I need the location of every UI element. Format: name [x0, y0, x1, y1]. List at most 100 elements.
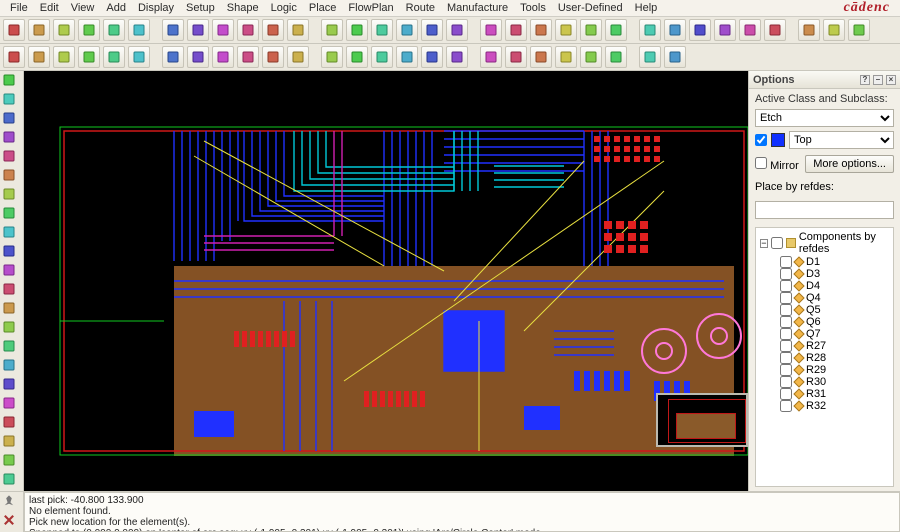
net-icon[interactable] — [3, 46, 25, 68]
move-tool-icon[interactable] — [2, 92, 22, 109]
cut-tool-icon[interactable] — [2, 415, 22, 432]
palette-icon[interactable] — [689, 19, 711, 41]
menu-display[interactable]: Display — [132, 1, 180, 15]
component-checkbox[interactable] — [780, 352, 792, 364]
components-tree[interactable]: − Components by refdes D1 D3 D4 Q4 Q5 Q6… — [755, 227, 894, 487]
menu-manufacture[interactable]: Manufacture — [441, 1, 514, 15]
component-D3[interactable]: D3 — [758, 268, 891, 280]
mirror-icon[interactable] — [530, 46, 552, 68]
redo-icon[interactable] — [237, 19, 259, 41]
component-checkbox[interactable] — [780, 280, 792, 292]
trash-icon[interactable] — [187, 19, 209, 41]
zoom-tool-icon[interactable] — [2, 453, 22, 470]
zoom-in-icon[interactable] — [346, 19, 368, 41]
component-checkbox[interactable] — [780, 364, 792, 376]
component-checkbox[interactable] — [780, 304, 792, 316]
align-tool-icon[interactable] — [2, 358, 22, 375]
layers-tool-icon[interactable] — [2, 472, 22, 489]
tree-root-checkbox[interactable] — [771, 237, 783, 249]
void-icon[interactable] — [212, 46, 234, 68]
component-R32[interactable]: R32 — [758, 400, 891, 412]
bucket-tool-icon[interactable] — [2, 301, 22, 318]
menu-flowplan[interactable]: FlowPlan — [342, 1, 399, 15]
undo-icon[interactable] — [212, 19, 234, 41]
dark-mode-icon[interactable] — [714, 19, 736, 41]
dimension-icon[interactable] — [371, 46, 393, 68]
arrow-tool-icon[interactable] — [2, 73, 22, 90]
component-D1[interactable]: D1 — [758, 256, 891, 268]
component-Q7[interactable]: Q7 — [758, 328, 891, 340]
pattern-icon[interactable] — [237, 46, 259, 68]
component-checkbox[interactable] — [780, 292, 792, 304]
polygon-tool-icon[interactable] — [2, 149, 22, 166]
rotate-tool-icon[interactable] — [2, 377, 22, 394]
trace-icon[interactable] — [53, 46, 75, 68]
component-checkbox[interactable] — [780, 256, 792, 268]
text-icon[interactable] — [346, 46, 368, 68]
pad-icon[interactable] — [78, 46, 100, 68]
target-icon[interactable] — [480, 19, 502, 41]
component-D4[interactable]: D4 — [758, 280, 891, 292]
chain-icon[interactable] — [605, 46, 627, 68]
pad-tool-icon[interactable] — [2, 206, 22, 223]
snap-tool-icon[interactable] — [2, 339, 22, 356]
trace-tool-icon[interactable] — [2, 244, 22, 261]
tree-root[interactable]: − Components by refdes — [758, 230, 891, 256]
symbol-icon[interactable] — [421, 46, 443, 68]
prefs-icon[interactable] — [848, 19, 870, 41]
sun-icon[interactable] — [739, 19, 761, 41]
via-icon[interactable] — [28, 46, 50, 68]
fit-icon[interactable] — [396, 19, 418, 41]
link-icon[interactable] — [664, 46, 686, 68]
mirror-option[interactable]: Mirror — [755, 157, 799, 172]
component-checkbox[interactable] — [780, 388, 792, 400]
scissors-icon[interactable] — [639, 46, 661, 68]
layer-color-swatch[interactable] — [771, 133, 785, 147]
align-icon[interactable] — [555, 46, 577, 68]
menu-setup[interactable]: Setup — [180, 1, 221, 15]
component-icon[interactable] — [396, 46, 418, 68]
minus-icon[interactable]: − — [760, 239, 768, 248]
subclass-select[interactable]: Top — [789, 131, 894, 149]
menu-file[interactable]: File — [4, 1, 34, 15]
menu-shape[interactable]: Shape — [221, 1, 265, 15]
component-R31[interactable]: R31 — [758, 388, 891, 400]
cut-icon[interactable] — [162, 19, 184, 41]
mirror-checkbox[interactable] — [755, 157, 767, 169]
cmd-clear-icon[interactable] — [2, 513, 21, 530]
panel-close-icon[interactable]: × — [886, 75, 896, 85]
measure-icon[interactable] — [605, 19, 627, 41]
menu-logic[interactable]: Logic — [265, 1, 303, 15]
find-icon[interactable] — [287, 19, 309, 41]
cmd-pin-icon[interactable] — [2, 494, 21, 511]
component-checkbox[interactable] — [780, 340, 792, 352]
menu-tools[interactable]: Tools — [514, 1, 552, 15]
layers-icon[interactable] — [78, 19, 100, 41]
plane-icon[interactable] — [128, 46, 150, 68]
place-icon[interactable] — [446, 46, 468, 68]
menu-route[interactable]: Route — [400, 1, 441, 15]
polygon-icon[interactable] — [103, 46, 125, 68]
component-checkbox[interactable] — [780, 268, 792, 280]
panel-minimize-icon[interactable]: – — [873, 75, 883, 85]
command-log-text[interactable] — [24, 492, 900, 532]
move-icon[interactable] — [480, 46, 502, 68]
component-checkbox[interactable] — [780, 328, 792, 340]
keepout-icon[interactable] — [262, 46, 284, 68]
eraser-tool-icon[interactable] — [2, 282, 22, 299]
zoom-window-icon[interactable] — [421, 19, 443, 41]
component-Q5[interactable]: Q5 — [758, 304, 891, 316]
menu-view[interactable]: View — [65, 1, 101, 15]
new-page-icon[interactable] — [53, 19, 75, 41]
pan-tool-icon[interactable] — [2, 434, 22, 451]
active-class-select[interactable]: Etch — [755, 109, 894, 127]
properties-icon[interactable] — [555, 19, 577, 41]
grid-icon[interactable] — [103, 19, 125, 41]
rect-tool-icon[interactable] — [2, 130, 22, 147]
measure-tool-icon[interactable] — [2, 263, 22, 280]
more-options-button[interactable]: More options... — [805, 155, 894, 173]
save-icon[interactable] — [28, 19, 50, 41]
menu-place[interactable]: Place — [303, 1, 343, 15]
clock-icon[interactable] — [764, 19, 786, 41]
mask-icon[interactable] — [187, 46, 209, 68]
